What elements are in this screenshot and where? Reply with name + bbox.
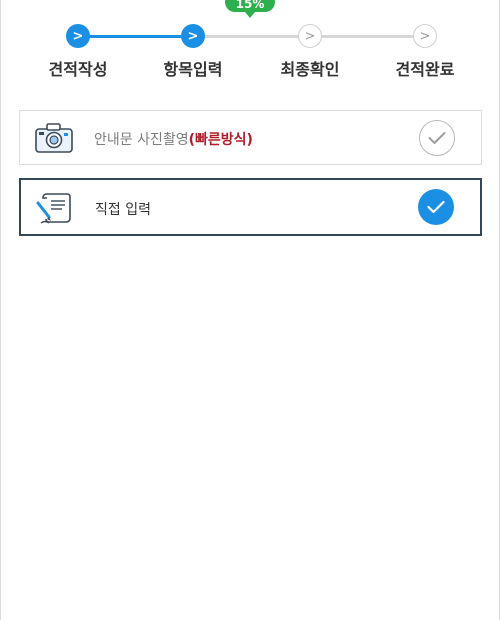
step-3-marker: > (298, 24, 322, 48)
option-photo-label: 안내문 사진촬영(빠른방식) (94, 132, 253, 148)
progress-percent-badge: 15% (225, 0, 275, 18)
stepper-track-completed (78, 35, 193, 38)
document-pen-icon (35, 190, 75, 224)
step-2-label: 항목입력 (163, 60, 223, 79)
step-3-label: 최종확인 (280, 60, 340, 79)
step-1-label: 견적작성 (48, 60, 108, 79)
step-4-marker: > (413, 24, 437, 48)
option-direct-input[interactable]: 직접 입력 (19, 178, 482, 236)
step-2-marker: > (181, 24, 205, 48)
option-direct-check-icon[interactable] (418, 189, 454, 225)
camera-icon (34, 121, 74, 155)
option-photo-capture[interactable]: 안내문 사진촬영(빠른방식) (19, 110, 482, 165)
step-1-marker: > (66, 24, 90, 48)
step-4-label: 견적완료 (395, 60, 455, 79)
frame-left-border (0, 0, 1, 620)
option-direct-label: 직접 입력 (95, 202, 151, 218)
option-photo-check-icon[interactable] (419, 120, 455, 156)
progress-stepper: 15% > > > > 견적작성 항목입력 최종확인 견적완료 (0, 0, 500, 90)
option-photo-highlight: (빠른방식) (188, 132, 253, 148)
